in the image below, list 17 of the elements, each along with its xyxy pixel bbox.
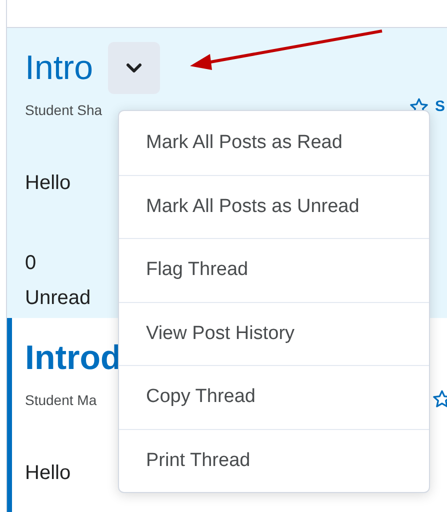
menu-item[interactable]: View Post History bbox=[119, 302, 429, 365]
author-line: Student Ma bbox=[25, 390, 97, 410]
menu-item[interactable]: Print Thread bbox=[119, 428, 429, 492]
menu-item[interactable]: Mark All Posts as Read bbox=[119, 111, 429, 174]
menu-item[interactable]: Mark All Posts as Unread bbox=[119, 174, 429, 238]
chevron-down-icon bbox=[126, 63, 142, 73]
menu-item[interactable]: Copy Thread bbox=[119, 365, 429, 428]
unread-count: 0 bbox=[25, 251, 36, 276]
author-line: Student Sha bbox=[25, 100, 102, 120]
subscribe-link[interactable]: S bbox=[435, 96, 446, 118]
menu-item[interactable]: Flag Thread bbox=[119, 238, 429, 302]
thread-title[interactable]: Intro bbox=[25, 42, 94, 94]
post-body: Hello bbox=[25, 172, 71, 194]
unread-label: Unread bbox=[25, 286, 91, 311]
dropdown-button[interactable] bbox=[108, 42, 160, 94]
post-body: Hello bbox=[25, 462, 71, 484]
star-icon[interactable] bbox=[432, 389, 447, 409]
